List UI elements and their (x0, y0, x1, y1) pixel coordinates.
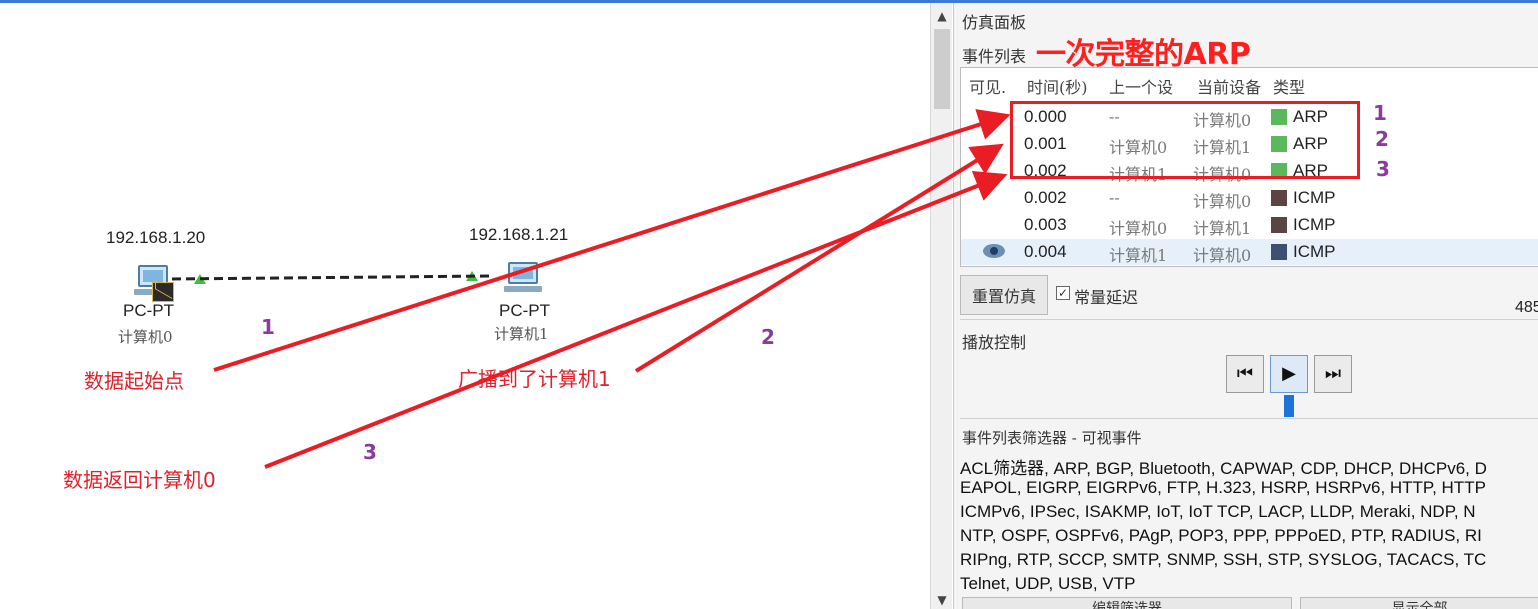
constant-delay-label: 常量延迟 (1074, 288, 1139, 307)
pdu-envelope-icon[interactable] (152, 282, 174, 302)
event-row[interactable]: 0.003 计算机0 计算机1 ICMP (961, 212, 1538, 238)
device-ip-label: 192.168.1.20 (106, 228, 206, 247)
edit-filters-button[interactable]: 编辑筛选器 (962, 597, 1292, 609)
arp-caption-annotation: 一次完整的ARP (1036, 37, 1251, 72)
event-filter-list-line: RIPng, RTP, SCCP, SMTP, SNMP, SSH, STP, … (960, 550, 1487, 569)
event-at-device: 计算机1 (1193, 219, 1252, 238)
eye-icon[interactable] (983, 244, 1005, 258)
event-type: ICMP (1293, 188, 1336, 207)
annotation-return: 数据返回计算机0 (63, 468, 216, 492)
device-name-label: 计算机0 (118, 328, 173, 346)
event-at-device: 计算机0 (1193, 246, 1252, 265)
simulation-panel: 仿真面板 事件列表 一次完整的ARP 可见. 时间(秒) 上一个设 当前设备 类… (953, 3, 1538, 609)
event-time: 0.002 (1024, 188, 1067, 207)
step-label-1: 1 (261, 315, 275, 339)
event-last-device: 计算机0 (1109, 219, 1168, 238)
pc-icon[interactable] (504, 260, 548, 302)
column-header-at-device[interactable]: 当前设备 (1197, 74, 1269, 98)
step-back-icon[interactable]: ⏮ (1226, 355, 1264, 393)
step-label-2: 2 (761, 325, 775, 349)
annotation-broadcast: 广播到了计算机1 (458, 367, 611, 391)
event-type-color-swatch (1271, 190, 1287, 206)
topology-workspace[interactable]: 192.168.1.20 PC-PT 计算机0 192.168.1.21 PC-… (0, 3, 928, 609)
event-filter-title: 事件列表筛选器 - 可视事件 (962, 429, 1142, 447)
event-at-device: 计算机0 (1193, 192, 1252, 211)
event-time: 0.004 (1024, 242, 1067, 261)
event-type: ICMP (1293, 215, 1336, 234)
scroll-up-icon[interactable]: ▲ (931, 7, 953, 25)
device-type-label: PC-PT (499, 301, 550, 320)
event-filter-list-line: NTP, OSPF, OSPFv6, PAgP, POP3, PPP, PPPo… (960, 526, 1482, 545)
event-filter-list-line: ICMPv6, IPSec, ISAKMP, IoT, IoT TCP, LAC… (960, 502, 1476, 521)
constant-delay-checkbox[interactable]: ✓ (1056, 286, 1070, 300)
simulation-clock: 485 (1515, 299, 1538, 316)
event-time: 0.003 (1024, 215, 1067, 234)
link-up-indicator (194, 274, 206, 284)
playback-speed-slider[interactable] (1284, 395, 1294, 417)
event-type-color-swatch (1271, 244, 1287, 260)
annotation-origin: 数据起始点 (84, 369, 184, 393)
box-step-label-3: 3 (1376, 157, 1390, 181)
event-last-device: -- (1109, 188, 1120, 207)
reset-simulation-button[interactable]: 重置仿真 (960, 275, 1048, 315)
event-last-device: 计算机1 (1109, 246, 1168, 265)
panel-title: 仿真面板 (962, 13, 1027, 32)
column-header-visible[interactable]: 可见. (969, 74, 1021, 98)
box-step-label-1: 1 (1373, 101, 1387, 125)
event-filter-list-line: Telnet, UDP, USB, VTP (960, 574, 1136, 593)
event-row[interactable]: 0.002 -- 计算机0 ICMP (961, 185, 1538, 211)
link-up-indicator (466, 271, 478, 281)
scrollbar-thumb[interactable] (934, 29, 950, 109)
device-name-label: 计算机1 (494, 325, 549, 343)
event-filter-list-line: EAPOL, EIGRP, EIGRPv6, FTP, H.323, HSRP,… (960, 478, 1486, 497)
step-label-3: 3 (363, 440, 377, 464)
scroll-down-icon[interactable]: ▼ (931, 591, 953, 609)
playback-title: 播放控制 (962, 333, 1027, 352)
column-header-last-device[interactable]: 上一个设 (1109, 74, 1195, 98)
event-list-title: 事件列表 (962, 47, 1027, 66)
show-all-button[interactable]: 显示全部 (1300, 597, 1538, 609)
play-icon[interactable]: ▶ (1270, 355, 1308, 393)
event-row[interactable]: 0.004 计算机1 计算机0 ICMP (961, 239, 1538, 265)
event-type-color-swatch (1271, 217, 1287, 233)
column-header-type[interactable]: 类型 (1273, 74, 1333, 98)
column-header-time[interactable]: 时间(秒) (1027, 74, 1107, 98)
event-filter-list-line: ACL筛选器, ARP, BGP, Bluetooth, CAPWAP, CDP… (960, 459, 1487, 478)
workspace-vertical-scrollbar[interactable]: ▲ ▼ (930, 3, 952, 609)
box-step-label-2: 2 (1375, 127, 1389, 151)
step-forward-icon[interactable]: ⏭ (1314, 355, 1352, 393)
device-type-label: PC-PT (123, 301, 174, 320)
device-ip-label: 192.168.1.21 (469, 225, 569, 244)
simulation-controls: 重置仿真 ✓ 常量延迟 485 (960, 273, 1538, 319)
event-type: ICMP (1293, 242, 1336, 261)
arp-highlight-box (1010, 101, 1360, 179)
